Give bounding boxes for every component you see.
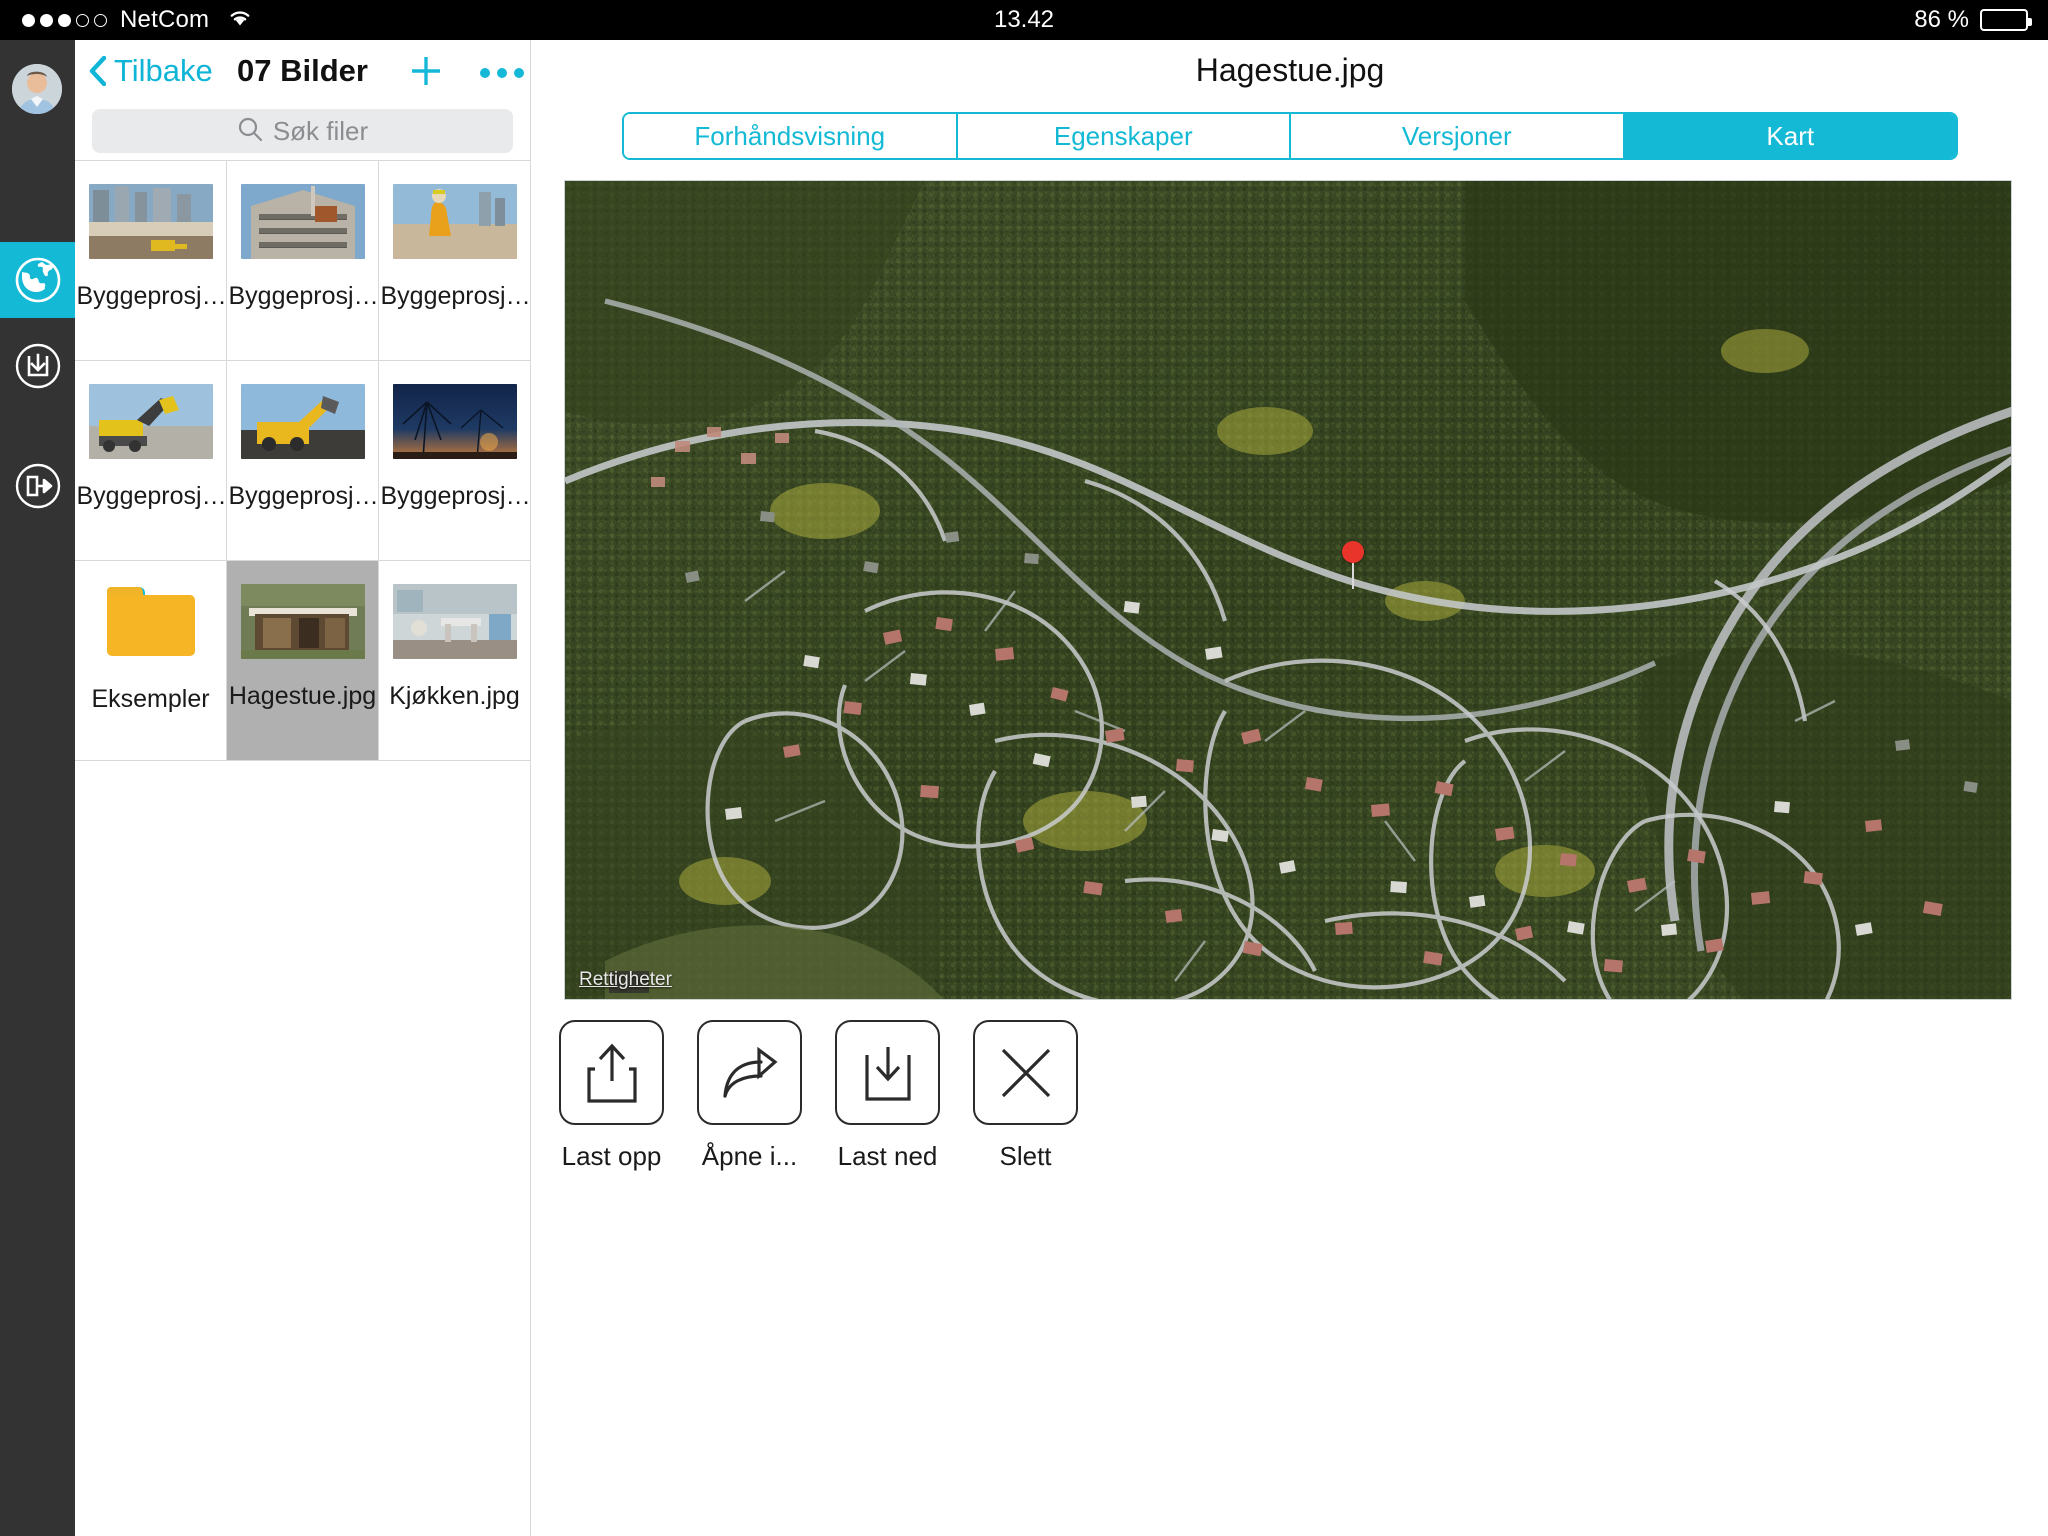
upload-icon <box>586 1043 637 1103</box>
tab-versjoner[interactable]: Versjoner <box>1291 114 1625 158</box>
map-pin-icon <box>1342 541 1364 589</box>
ellipsis-icon <box>480 68 490 78</box>
detail-header: Hagestue.jpg <box>531 40 2048 100</box>
open-in-button-box <box>697 1020 802 1125</box>
globe-icon <box>14 256 62 304</box>
upload-button-label: Last opp <box>561 1141 662 1171</box>
download-button[interactable]: Last ned <box>835 1020 940 1220</box>
file-cell[interactable]: Kjøkken.jpg <box>379 561 531 761</box>
file-label: Hagestue.jpg <box>228 682 377 710</box>
file-label: Byggeprosj… <box>228 282 377 310</box>
search-bar-container: Søk filer <box>75 102 530 160</box>
file-grid: Byggeprosj… Byggeprosj… Byggeprosj… Bygg… <box>75 160 531 840</box>
tab-egenskaper[interactable]: Egenskaper <box>957 114 1291 158</box>
file-thumbnail <box>392 384 517 459</box>
map-attribution-link[interactable]: Rettigheter <box>579 969 672 991</box>
open-in-button-label: Åpne i... <box>701 1141 798 1171</box>
file-cell[interactable]: Byggeprosj… <box>75 361 227 561</box>
file-thumbnail <box>88 184 213 259</box>
close-x-icon <box>1001 1048 1050 1097</box>
file-cell[interactable]: Byggeprosj… <box>75 161 227 361</box>
detail-title: Hagestue.jpg <box>1195 51 1385 88</box>
file-thumbnail <box>240 384 365 459</box>
battery-percent-label: 86 % <box>1914 6 1969 33</box>
upload-button-box <box>559 1020 664 1125</box>
file-cell[interactable]: Byggeprosj… <box>227 361 379 561</box>
file-thumbnail <box>88 384 213 459</box>
user-avatar[interactable] <box>12 64 62 114</box>
more-options-button[interactable] <box>479 53 525 93</box>
file-thumbnail <box>240 184 365 259</box>
file-label: Byggeprosj… <box>76 482 225 510</box>
delete-button-label: Slett <box>999 1141 1052 1171</box>
file-label: Eksempler <box>91 685 210 713</box>
file-label: Byggeprosj… <box>76 282 225 310</box>
tab-forhandsvisning[interactable]: Forhåndsvisning <box>624 114 958 158</box>
open-in-button[interactable]: Åpne i... <box>697 1020 802 1220</box>
search-placeholder: Søk filer <box>272 115 369 146</box>
download-button-box <box>835 1020 940 1125</box>
detail-tabs: Forhåndsvisning Egenskaper Versjoner Kar… <box>622 112 1958 160</box>
share-arrow-icon <box>722 1046 778 1098</box>
status-right: 86 % <box>1914 6 2032 34</box>
browser-navbar: Tilbake 07 Bilder <box>75 40 530 102</box>
delete-button-box <box>973 1020 1078 1125</box>
download-icon <box>864 1046 911 1101</box>
file-thumbnail <box>392 184 517 259</box>
file-label: Kjøkken.jpg <box>389 682 520 710</box>
detail-panel: Hagestue.jpg Forhåndsvisning Egenskaper … <box>530 40 2048 1536</box>
file-cell-folder[interactable]: Eksempler <box>75 561 227 761</box>
battery-icon <box>1980 9 2032 31</box>
upload-button[interactable]: Last opp <box>559 1020 664 1220</box>
file-cell[interactable]: Byggeprosj… <box>379 161 531 361</box>
sidebar-item-offline[interactable] <box>0 328 75 404</box>
file-action-toolbar: Last opp Åpne i... Last ned Slett <box>531 1020 2048 1220</box>
map-satellite-imagery <box>565 181 2011 999</box>
file-label: Byggeprosj… <box>228 482 377 510</box>
search-input[interactable]: Søk filer <box>92 109 513 153</box>
sidebar-item-logout[interactable] <box>0 448 75 524</box>
download-box-icon <box>14 342 62 390</box>
sidebar-item-files[interactable] <box>0 242 75 318</box>
status-bar: NetCom 13.42 86 % <box>0 0 2048 40</box>
download-button-label: Last ned <box>837 1141 938 1171</box>
page-title: 07 Bilder <box>237 53 368 88</box>
plus-icon <box>408 53 444 94</box>
delete-button[interactable]: Slett <box>973 1020 1078 1220</box>
file-thumbnail <box>392 584 517 659</box>
file-label: Byggeprosj… <box>380 282 529 310</box>
file-browser-panel: Tilbake 07 Bilder Søk filer Byggeprosj… … <box>75 40 531 1536</box>
file-cell-selected[interactable]: Hagestue.jpg <box>227 561 379 761</box>
status-clock: 13.42 <box>993 6 1055 33</box>
file-label: Byggeprosj… <box>380 482 529 510</box>
file-thumbnail <box>240 584 365 659</box>
tab-kart[interactable]: Kart <box>1624 114 1956 158</box>
app-sidebar-rail <box>0 40 75 1536</box>
folder-icon <box>106 587 195 656</box>
search-icon <box>237 116 263 147</box>
file-cell[interactable]: Byggeprosj… <box>227 161 379 361</box>
file-cell[interactable]: Byggeprosj… <box>379 361 531 561</box>
add-button[interactable] <box>406 53 446 93</box>
map-view[interactable]: Rettigheter <box>564 180 2012 1000</box>
logout-icon <box>14 462 62 510</box>
